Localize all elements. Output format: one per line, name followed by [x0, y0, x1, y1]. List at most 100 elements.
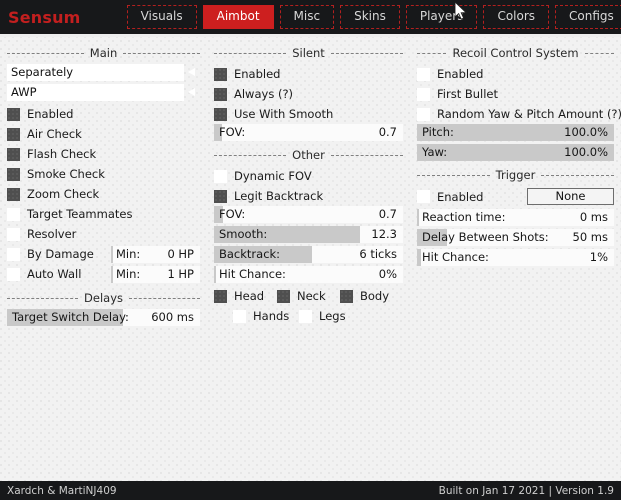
divider-left	[417, 52, 447, 54]
tab-misc[interactable]: Misc	[279, 5, 335, 29]
silent-check-checkbox[interactable]	[214, 67, 227, 81]
slider-value: 0.7	[378, 207, 397, 221]
trigger-slider[interactable]: Reaction time: 0 ms	[417, 209, 614, 226]
section-title: Recoil Control System	[452, 46, 579, 60]
tab-skins[interactable]: Skins	[340, 5, 400, 29]
credits-text: Xardch & MartiNJ409	[7, 484, 117, 497]
tab-colors[interactable]: Colors	[483, 5, 550, 29]
hitbox-neck-checkbox[interactable]	[277, 289, 290, 303]
main-check-row[interactable]: Target Teammates	[7, 204, 200, 224]
hitbox-head[interactable]: Head	[214, 289, 277, 303]
hitbox-hands-checkbox[interactable]	[233, 309, 246, 323]
other-check-checkbox[interactable]	[214, 189, 227, 203]
silent-check-checkbox[interactable]	[214, 87, 227, 101]
other-check-row[interactable]: Legit Backtrack	[214, 186, 403, 206]
tab-visuals[interactable]: Visuals	[126, 5, 197, 29]
weapon-dropdown-value[interactable]: AWP	[7, 84, 184, 101]
main-check-checkbox[interactable]	[7, 107, 20, 121]
hitbox-body[interactable]: Body	[340, 289, 403, 303]
tab-players[interactable]: Players	[405, 5, 478, 29]
other-checkbox-group: Dynamic FOV Legit Backtrack	[214, 166, 403, 206]
main-check-label: Target Teammates	[27, 207, 133, 221]
main-check-label: Enabled	[27, 107, 74, 121]
hitbox-row-secondary: Hands Legs	[214, 306, 403, 326]
main-check-checkbox[interactable]	[7, 127, 20, 141]
trigger-slider[interactable]: Hit Chance: 1%	[417, 249, 614, 266]
main-check-row[interactable]: Enabled	[7, 104, 200, 124]
hitbox-head-checkbox[interactable]	[214, 289, 227, 303]
auto-wall-min-slider[interactable]: Min: 1 HP	[111, 265, 200, 283]
hitbox-hands-label: Hands	[253, 309, 290, 323]
auto-wall-checkbox[interactable]	[7, 267, 20, 281]
hitbox-legs[interactable]: Legs	[299, 309, 365, 323]
trigger-slider[interactable]: Delay Between Shots: 50 ms	[417, 229, 614, 246]
slider-label: Yaw:	[422, 145, 448, 159]
slider-label: Backtrack:	[219, 247, 281, 261]
chevron-left-icon[interactable]	[184, 64, 200, 81]
main-check-checkbox[interactable]	[7, 187, 20, 201]
by-damage-min-slider[interactable]: Min: 0 HP	[111, 245, 200, 263]
divider-left	[417, 174, 490, 176]
rcs-check-checkbox[interactable]	[417, 87, 430, 101]
silent-check-row[interactable]: Use With Smooth	[214, 104, 403, 124]
tab-aimbot[interactable]: Aimbot	[202, 5, 274, 29]
main-check-checkbox[interactable]	[7, 147, 20, 161]
mode-dropdown-value[interactable]: Separately	[7, 64, 184, 81]
other-slider[interactable]: Smooth: 12.3	[214, 226, 403, 243]
main-check-row[interactable]: Flash Check	[7, 144, 200, 164]
section-header-other: Other	[214, 146, 403, 164]
silent-check-row[interactable]: Always (?)	[214, 84, 403, 104]
main-check-checkbox[interactable]	[7, 227, 20, 241]
weapon-dropdown[interactable]: AWP	[7, 84, 200, 101]
chevron-left-icon[interactable]	[184, 84, 200, 101]
slider-fill	[214, 266, 216, 283]
other-check-checkbox[interactable]	[214, 169, 227, 183]
hitbox-body-label: Body	[360, 289, 390, 303]
mode-dropdown[interactable]: Separately	[7, 64, 200, 81]
by-damage-checkbox[interactable]	[7, 247, 20, 261]
section-header-delays: Delays	[7, 289, 201, 307]
section-header-main: Main	[7, 44, 201, 62]
main-check-row[interactable]: Zoom Check	[7, 184, 200, 204]
tab-configs[interactable]: Configs	[555, 5, 621, 29]
silent-check-row[interactable]: Enabled	[214, 64, 403, 84]
rcs-slider[interactable]: Pitch: 100.0%	[417, 124, 614, 141]
main-check-row[interactable]: Air Check	[7, 124, 200, 144]
title-bar: Sensum Visuals Aimbot Misc Skins Players Colo…	[0, 0, 621, 34]
hitbox-neck[interactable]: Neck	[277, 289, 340, 303]
main-check-label: Air Check	[27, 127, 82, 141]
by-damage-row: By Damage Min: 0 HP	[7, 244, 200, 264]
slider-label: Pitch:	[422, 125, 454, 139]
silent-check-checkbox[interactable]	[214, 107, 227, 121]
rcs-checkbox-group: Enabled First Bullet Random Yaw & Pitch Am…	[417, 64, 621, 124]
rcs-check-row[interactable]: Random Yaw & Pitch Amount (?)	[417, 104, 621, 124]
target-switch-delay-slider[interactable]: Target Switch Delay: 600 ms	[7, 309, 200, 326]
main-check-checkbox[interactable]	[7, 207, 20, 221]
hitbox-body-checkbox[interactable]	[340, 289, 353, 303]
rcs-check-checkbox[interactable]	[417, 107, 430, 121]
main-check-checkbox[interactable]	[7, 167, 20, 181]
auto-wall-label: Auto Wall	[27, 267, 82, 281]
section-header-trigger: Trigger	[417, 166, 615, 184]
main-check-row[interactable]: Smoke Check	[7, 164, 200, 184]
trigger-enabled-checkbox[interactable]	[417, 190, 430, 203]
build-version-text: Built on Jan 17 2021 | Version 1.9	[438, 484, 614, 497]
rcs-slider[interactable]: Yaw: 100.0%	[417, 144, 614, 161]
trigger-enabled-label: Enabled	[437, 189, 484, 204]
status-bar: Xardch & MartiNJ409 Built on Jan 17 2021…	[0, 481, 621, 500]
other-slider[interactable]: FOV: 0.7	[214, 206, 403, 223]
hitbox-legs-checkbox[interactable]	[299, 309, 312, 323]
rcs-check-checkbox[interactable]	[417, 67, 430, 81]
other-slider[interactable]: Hit Chance: 0%	[214, 266, 403, 283]
rcs-check-row[interactable]: First Bullet	[417, 84, 614, 104]
silent-check-label: Always (?)	[234, 87, 294, 101]
main-checkbox-group: Enabled Air Check Flash Check Smoke Check Zo…	[7, 104, 200, 244]
other-check-row[interactable]: Dynamic FOV	[214, 166, 403, 186]
main-check-row[interactable]: Resolver	[7, 224, 200, 244]
other-slider[interactable]: Backtrack: 6 ticks	[214, 246, 403, 263]
hitbox-head-label: Head	[234, 289, 265, 303]
hitbox-hands[interactable]: Hands	[233, 309, 299, 323]
rcs-check-row[interactable]: Enabled	[417, 64, 614, 84]
silent-fov-slider[interactable]: FOV: 0.7	[214, 124, 403, 141]
trigger-keybind-button[interactable]: None	[527, 188, 614, 205]
